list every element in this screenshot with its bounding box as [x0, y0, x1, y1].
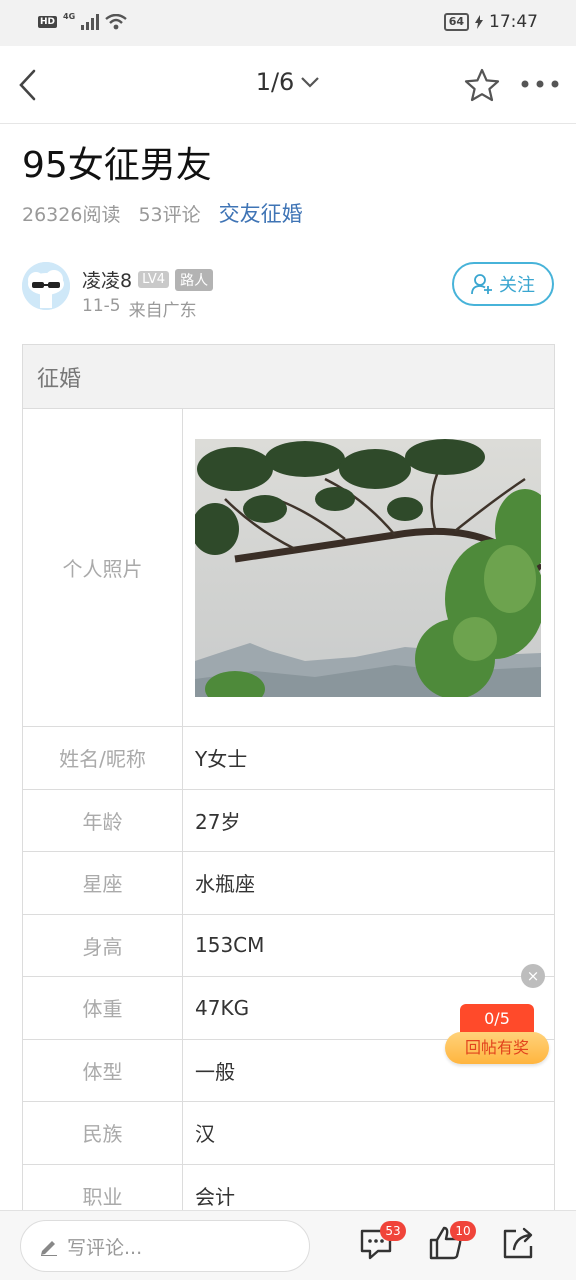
level-badge: LV4 [138, 271, 170, 288]
post-date: 11-5 [82, 296, 121, 316]
comment-input[interactable]: 写评论... [20, 1220, 310, 1272]
table-row: 星座 水瓶座 [23, 852, 554, 915]
reward-close-button[interactable]: × [521, 964, 545, 988]
chevron-down-icon [301, 77, 320, 88]
table-key: 体重 [23, 977, 183, 1039]
share-button[interactable] [500, 1225, 540, 1265]
table-value-photo [183, 409, 554, 726]
signal-icon [81, 14, 100, 30]
add-user-icon [471, 274, 492, 295]
author-name-line: 凌凌8 LV4 路人 [82, 266, 214, 293]
table-row: 身高 153CM [23, 914, 554, 977]
page-indicator: 1/6 [255, 68, 295, 96]
reward-progress[interactable]: 0/5 [460, 1004, 534, 1034]
status-bar: HD 4G 64 17:47 [0, 0, 576, 46]
wifi-icon [105, 14, 127, 30]
table-value: 水瓶座 [195, 872, 255, 897]
reward-button[interactable]: 回帖有奖 [445, 1032, 549, 1064]
post-meta: 26326阅读 53评论 交友征婚 [22, 198, 303, 228]
comment-placeholder: 写评论... [67, 1236, 143, 1259]
read-count: 26326阅读 [22, 204, 121, 226]
table-row: 年龄 27岁 [23, 789, 554, 852]
clock: 17:47 [489, 12, 538, 32]
follow-label: 关注 [499, 275, 535, 296]
table-value: Y女士 [195, 747, 248, 772]
author-row: 凌凌8 LV4 路人 11-5 来自广东 关注 [22, 260, 554, 321]
post-location: 来自广东 [128, 301, 197, 321]
post-title: 95女征男友 [22, 145, 212, 186]
comment-badge: 53 [380, 1221, 406, 1241]
table-key: 姓名/昵称 [23, 727, 183, 789]
comment-count: 53评论 [138, 204, 201, 226]
table-key: 星座 [23, 852, 183, 914]
table-key: 民族 [23, 1102, 183, 1164]
personal-photo[interactable] [195, 438, 541, 697]
table-value: 153CM [195, 933, 265, 958]
charging-icon [475, 15, 483, 29]
status-right: 64 17:47 [443, 12, 538, 32]
table-row-photo: 个人照片 [23, 409, 554, 727]
more-icon[interactable] [520, 76, 560, 92]
bottom-bar: 写评论... 53 10 [0, 1210, 576, 1280]
pencil-icon [41, 1241, 57, 1256]
hd-icon: HD [38, 16, 58, 28]
table-header: 征婚 [23, 345, 554, 409]
table-value: 汉 [195, 1122, 215, 1147]
star-icon[interactable] [464, 68, 500, 102]
like-button[interactable]: 10 [428, 1221, 476, 1265]
network-type: 4G [63, 11, 76, 21]
like-badge: 10 [450, 1221, 476, 1241]
table-row: 姓名/昵称 Y女士 [23, 727, 554, 790]
author-name[interactable]: 凌凌8 [82, 266, 132, 293]
follow-button[interactable]: 关注 [452, 262, 554, 306]
table-key: 年龄 [23, 789, 183, 851]
table-key: 体型 [23, 1039, 183, 1101]
table-row: 民族汉 [23, 1102, 554, 1165]
topic-link[interactable]: 交友征婚 [219, 198, 303, 228]
share-icon [503, 1227, 533, 1259]
table-key: 个人照片 [23, 409, 183, 726]
comments-button[interactable]: 53 [358, 1221, 406, 1265]
status-left: HD 4G [38, 11, 127, 30]
battery-icon: 64 [443, 13, 469, 31]
avatar[interactable] [22, 262, 70, 310]
nav-bar: 1/6 [0, 46, 576, 124]
rank-badge: 路人 [175, 268, 214, 291]
author-meta: 11-5 来自广东 [82, 296, 197, 321]
info-table: 征婚 个人照片 姓名/昵称 Y女士 年龄 27岁 星座 水瓶座 身高 153CM… [22, 344, 555, 1228]
table-value: 27岁 [195, 809, 241, 834]
table-key: 身高 [23, 914, 183, 976]
